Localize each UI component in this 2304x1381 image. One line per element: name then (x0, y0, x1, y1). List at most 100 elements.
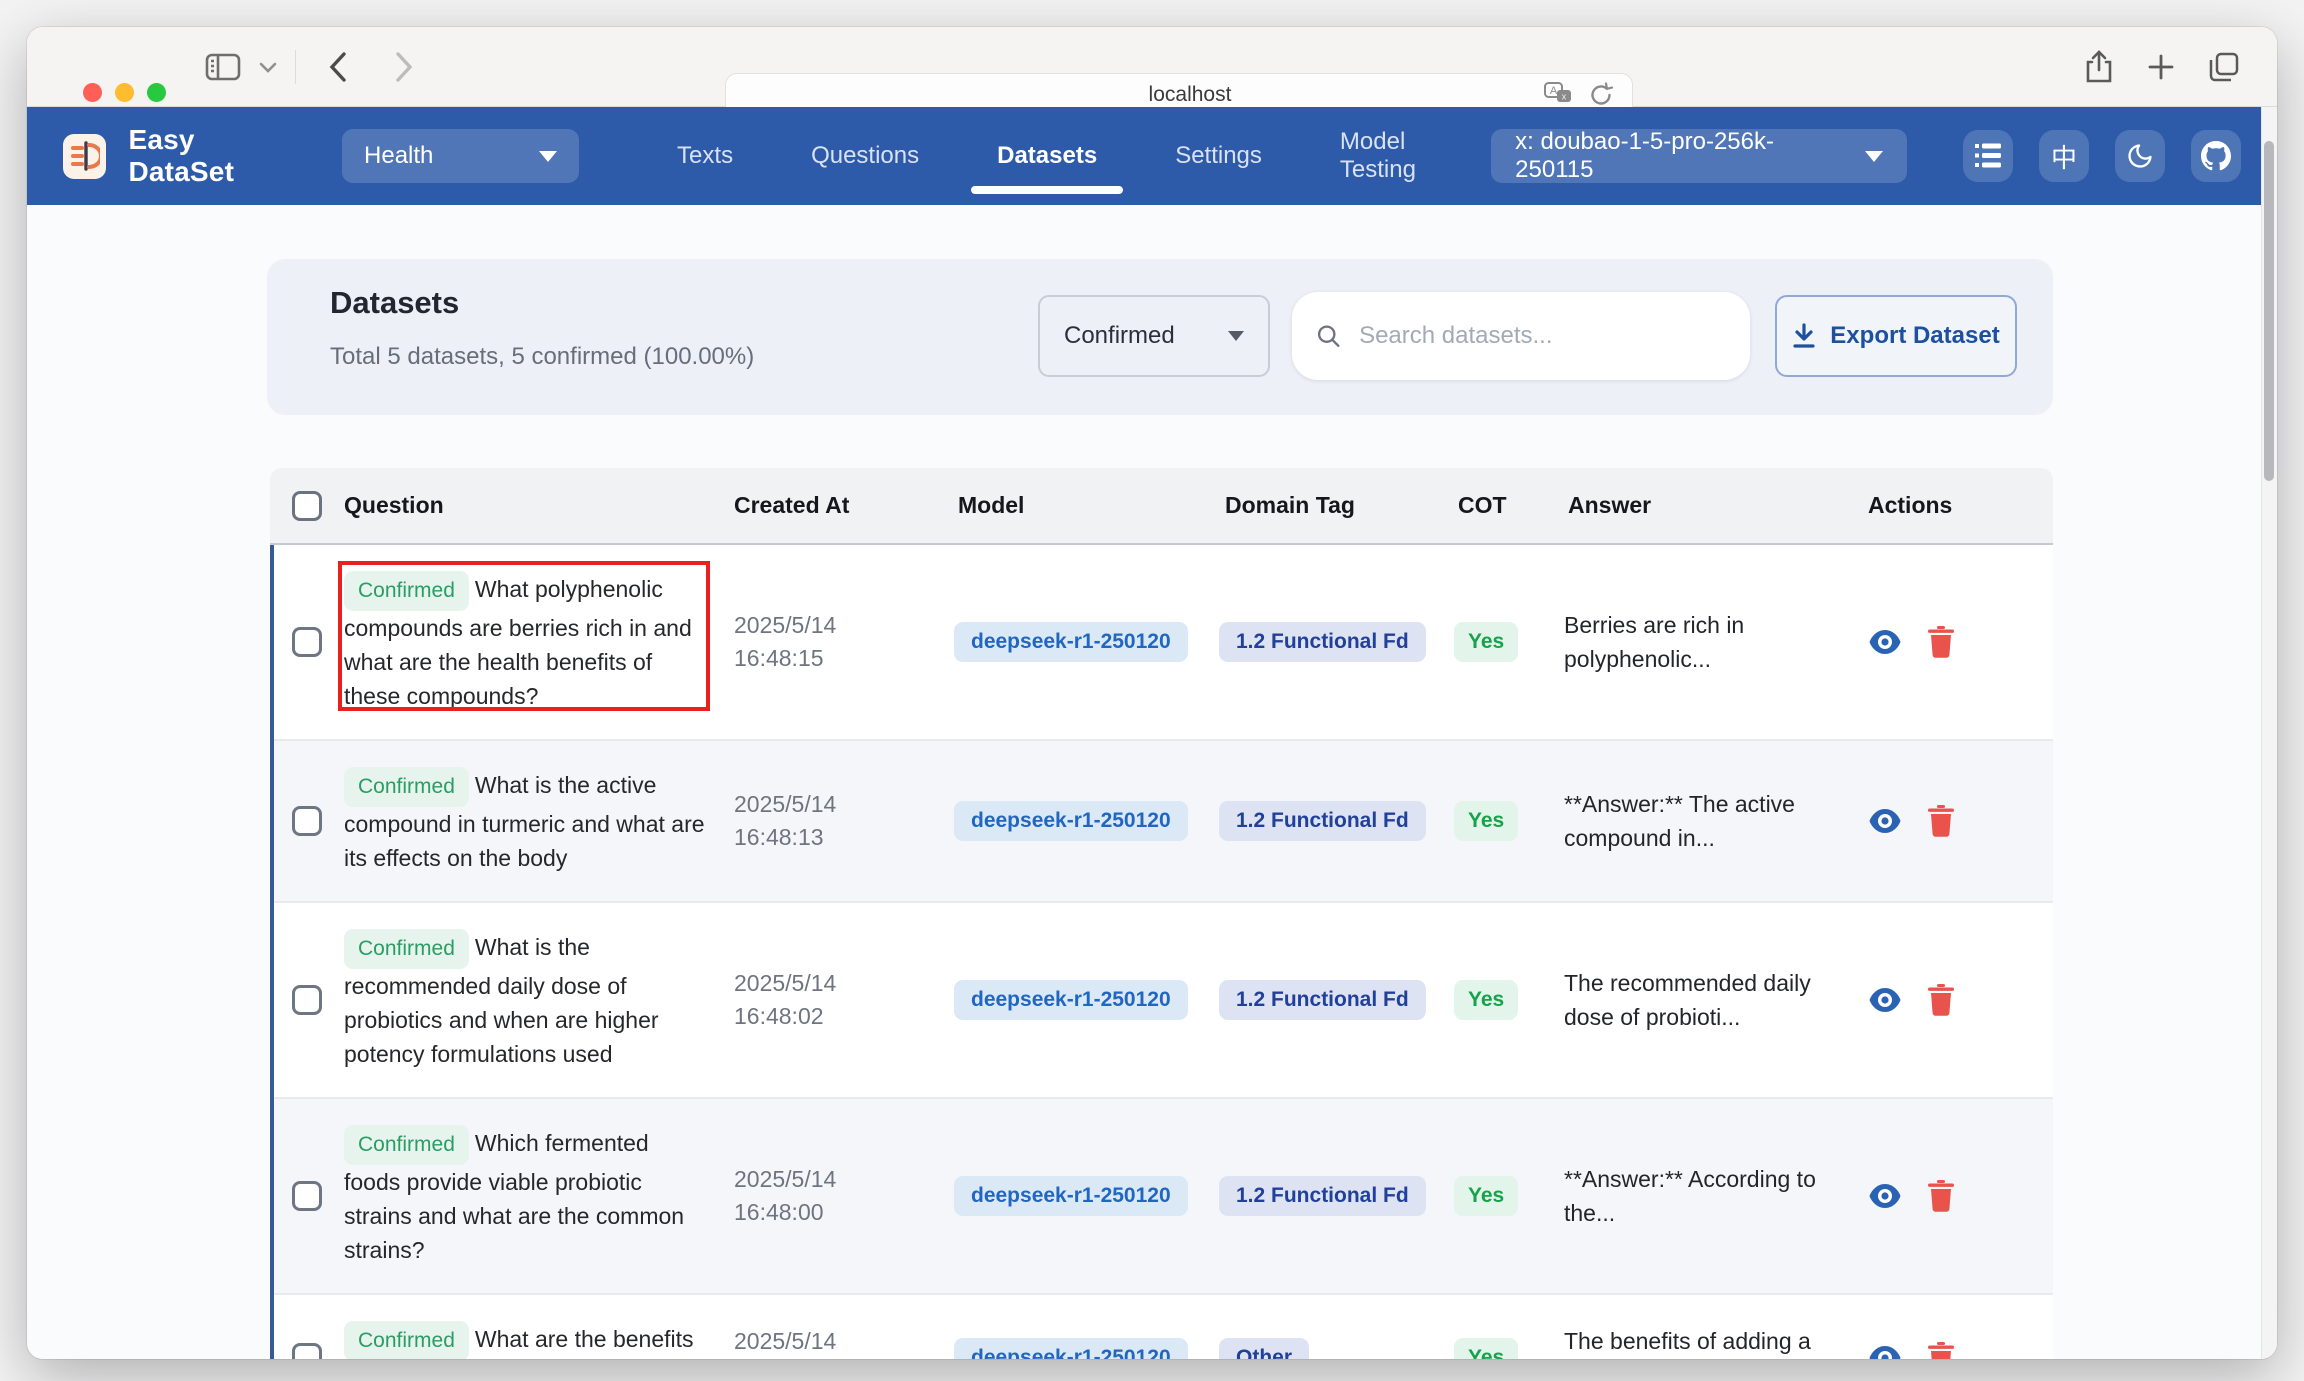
language-chinese-icon: 中 (2051, 138, 2077, 175)
model-chip[interactable]: deepseek-r1-250120 (954, 801, 1188, 841)
app-navbar: Easy DataSet Health Texts Questions Data… (27, 107, 2277, 205)
page-title: Datasets (330, 285, 459, 321)
translate-icon[interactable]: A x (1544, 82, 1574, 108)
table-row: ConfirmedWhat polyphenolic compounds are… (270, 545, 2053, 741)
search-icon (1316, 322, 1341, 350)
created-date: 2025/5/14 (734, 788, 954, 821)
status-badge: Confirmed (344, 1125, 469, 1165)
datasets-table: Question Created At Model Domain Tag COT… (270, 468, 2053, 1359)
dark-mode-button[interactable] (2115, 130, 2165, 182)
task-list-icon (1974, 143, 2002, 169)
domain-tag-chip[interactable]: 1.2 Functional Fd (1219, 1176, 1426, 1216)
view-button[interactable] (1868, 629, 1902, 655)
delete-button[interactable] (1928, 805, 1954, 837)
table-row: ConfirmedWhat is the active compound in … (270, 741, 2053, 903)
github-icon (2201, 141, 2231, 171)
desktop-background: localhost A x (0, 0, 2304, 1381)
created-time: 16:48:15 (734, 642, 954, 675)
created-time: 16:48:13 (734, 821, 954, 854)
scrollbar-thumb[interactable] (2264, 141, 2274, 481)
maximize-window-button[interactable] (147, 83, 166, 102)
app-logo[interactable] (63, 134, 106, 179)
share-icon[interactable] (2085, 50, 2113, 84)
tab-texts[interactable]: Texts (675, 132, 735, 180)
status-filter-select[interactable]: Confirmed (1038, 295, 1270, 377)
browser-toolbar: localhost A x (27, 27, 2277, 107)
created-date: 2025/5/14 (734, 967, 954, 1000)
minimize-window-button[interactable] (115, 83, 134, 102)
cot-badge: Yes (1454, 801, 1518, 841)
reload-icon[interactable] (1588, 82, 1614, 108)
domain-tag-chip[interactable]: 1.2 Functional Fd (1219, 801, 1426, 841)
nav-tabs: Texts Questions Datasets Settings Model … (675, 118, 1461, 194)
tab-settings[interactable]: Settings (1173, 132, 1264, 180)
sidebar-chevron-down-icon[interactable] (259, 61, 277, 73)
row-checkbox[interactable] (292, 627, 322, 657)
select-all-checkbox[interactable] (292, 491, 322, 521)
row-checkbox[interactable] (292, 985, 322, 1015)
view-button[interactable] (1868, 987, 1902, 1013)
chevron-down-icon (1228, 331, 1244, 341)
answer-preview: **Answer:** The active compound in... (1564, 787, 1832, 855)
delete-button[interactable] (1928, 626, 1954, 658)
table-row: ConfirmedWhat is the recommended daily d… (270, 903, 2053, 1099)
tab-datasets[interactable]: Datasets (995, 132, 1099, 180)
export-dataset-label: Export Dataset (1830, 322, 1999, 350)
column-header-question: Question (344, 492, 734, 519)
brand-title: Easy DataSet (128, 124, 302, 188)
view-button[interactable] (1868, 1183, 1902, 1209)
toolbar-divider (295, 50, 296, 84)
tab-overview-icon[interactable] (2209, 52, 2239, 82)
search-input[interactable] (1359, 322, 1726, 350)
answer-preview: **Answer:** According to the... (1564, 1162, 1832, 1230)
model-select[interactable]: x: doubao-1-5-pro-256k-250115 (1491, 129, 1907, 183)
delete-button[interactable] (1928, 1180, 1954, 1212)
column-header-cot: COT (1454, 492, 1564, 519)
language-toggle-button[interactable]: 中 (2039, 130, 2089, 182)
new-tab-icon[interactable] (2147, 53, 2175, 81)
project-select-value: Health (364, 142, 433, 170)
sidebar-toggle-icon[interactable] (205, 53, 241, 81)
model-chip[interactable]: deepseek-r1-250120 (954, 1338, 1188, 1359)
created-date: 2025/5/14 (734, 1325, 954, 1358)
tab-model-testing[interactable]: Model Testing (1338, 118, 1461, 194)
tab-questions[interactable]: Questions (809, 132, 921, 180)
github-button[interactable] (2191, 130, 2241, 182)
task-list-button[interactable] (1963, 130, 2013, 182)
table-header-row: Question Created At Model Domain Tag COT… (270, 468, 2053, 545)
model-chip[interactable]: deepseek-r1-250120 (954, 980, 1188, 1020)
table-accent-border (270, 545, 274, 1359)
export-dataset-button[interactable]: Export Dataset (1775, 295, 2017, 377)
active-tab-underline (971, 186, 1123, 194)
address-bar-url[interactable]: localhost (726, 83, 1544, 107)
delete-button[interactable] (1928, 1342, 1954, 1359)
status-filter-value: Confirmed (1064, 322, 1175, 350)
row-checkbox[interactable] (292, 806, 322, 836)
window-controls (83, 83, 166, 102)
domain-tag-chip[interactable]: 1.2 Functional Fd (1219, 980, 1426, 1020)
model-chip[interactable]: deepseek-r1-250120 (954, 622, 1188, 662)
datasets-summary-panel: Datasets Total 5 datasets, 5 confirmed (… (267, 259, 2053, 415)
view-button[interactable] (1868, 1345, 1902, 1359)
scrollbar-track[interactable] (2261, 107, 2277, 1359)
column-header-actions: Actions (1854, 492, 2053, 519)
delete-button[interactable] (1928, 984, 1954, 1016)
column-header-model: Model (954, 492, 1219, 519)
status-badge: Confirmed (344, 929, 469, 969)
close-window-button[interactable] (83, 83, 102, 102)
table-row: ConfirmedWhich fermented foods provide v… (270, 1099, 2053, 1295)
column-header-domain: Domain Tag (1219, 492, 1454, 519)
view-button[interactable] (1868, 808, 1902, 834)
search-box[interactable] (1292, 292, 1750, 380)
status-badge: Confirmed (344, 767, 469, 807)
created-time: 16:48:00 (734, 1196, 954, 1229)
domain-tag-chip[interactable]: 1.2 Functional Fd (1219, 622, 1426, 662)
project-select[interactable]: Health (342, 129, 579, 183)
row-checkbox[interactable] (292, 1181, 322, 1211)
back-button[interactable] (328, 51, 348, 83)
domain-tag-chip[interactable]: Other (1219, 1338, 1309, 1359)
row-checkbox[interactable] (292, 1343, 322, 1359)
model-chip[interactable]: deepseek-r1-250120 (954, 1176, 1188, 1216)
moon-icon (2126, 142, 2154, 170)
forward-button[interactable] (394, 51, 414, 83)
